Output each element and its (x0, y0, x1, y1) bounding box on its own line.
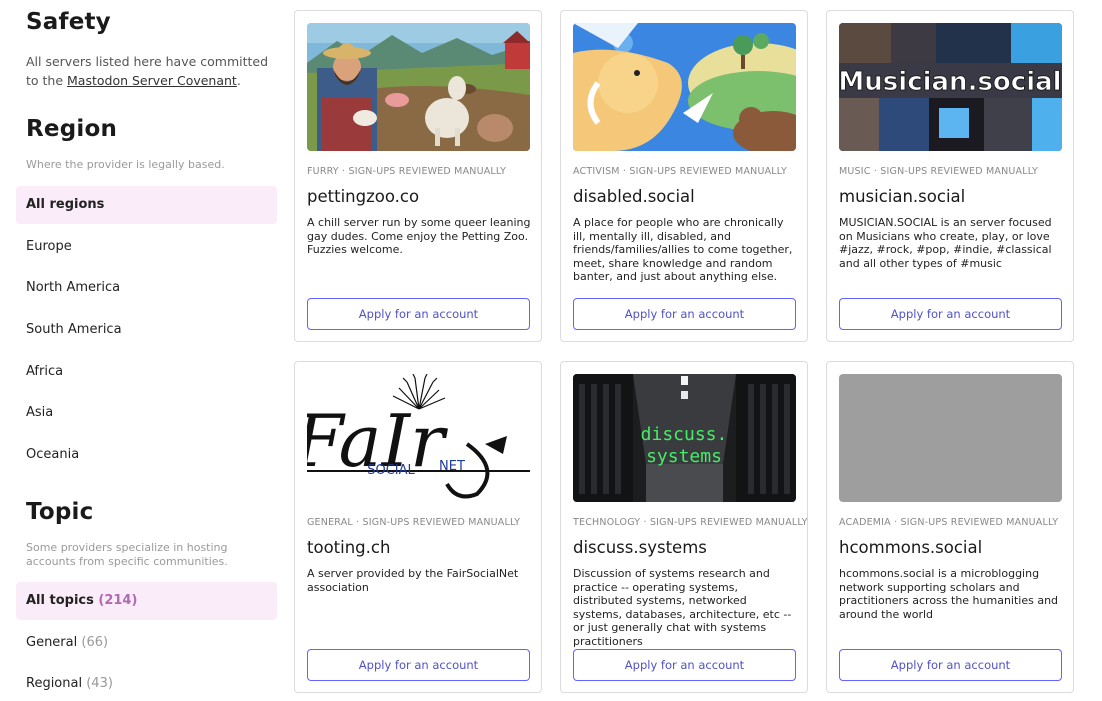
topic-filter-count: (214) (98, 593, 138, 608)
fairsocialnet-logo: FaIr SOCIAL NET (307, 374, 530, 502)
region-filter-list: All regions Europe North America South A… (16, 186, 277, 478)
musician-collage: Musician.social (839, 23, 1062, 151)
musician-banner-text: Musician.social (839, 67, 1062, 97)
region-filter-asia[interactable]: Asia (16, 394, 277, 432)
server-description: A chill server run by some queer leaning… (307, 216, 531, 256)
apply-account-button[interactable]: Apply for an account (307, 298, 530, 330)
elephant-illustration (573, 23, 796, 151)
discuss-banner-line1: discuss. (641, 424, 728, 445)
apply-account-button[interactable]: Apply for an account (307, 649, 530, 681)
region-filter-south-america[interactable]: South America (16, 311, 277, 349)
net-logo-text: NET (439, 459, 465, 474)
region-filter-label: Oceania (26, 447, 80, 463)
server-banner-image: Musician.social (839, 23, 1062, 151)
region-filter-label: All regions (26, 197, 105, 212)
apply-account-button[interactable]: Apply for an account (839, 649, 1062, 681)
region-filter-label: Africa (26, 363, 64, 379)
topic-subtitle: Some providers specialize in hosting acc… (26, 541, 228, 568)
server-description: Discussion of systems research and pract… (573, 567, 792, 648)
apply-account-button[interactable]: Apply for an account (839, 298, 1062, 330)
server-category: TECHNOLOGY · SIGN-UPS REVIEWED MANUALLY (573, 517, 808, 528)
server-category: GENERAL · SIGN-UPS REVIEWED MANUALLY (307, 517, 521, 528)
discuss-banner-line2: systems (646, 446, 722, 467)
apply-account-button[interactable]: Apply for an account (573, 649, 796, 681)
server-category: ACADEMIA · SIGN-UPS REVIEWED MANUALLY (839, 517, 1059, 528)
server-name: musician.social (839, 187, 966, 206)
topic-heading: Topic (26, 499, 94, 525)
server-card: ACTIVISM · SIGN-UPS REVIEWED MANUALLY di… (560, 10, 808, 342)
topic-filter-list: All topics (214) General (66) Regional (… (16, 582, 277, 701)
region-filter-label: South America (26, 322, 122, 338)
region-filter-all[interactable]: All regions (16, 186, 277, 224)
region-filter-north-america[interactable]: North America (16, 269, 277, 307)
topic-filter-general[interactable]: General (66) (16, 624, 277, 662)
region-subtitle: Where the provider is legally based. (26, 158, 225, 171)
social-logo-text: SOCIAL (367, 463, 415, 478)
server-banner-image: FaIr SOCIAL NET (307, 374, 530, 502)
server-description: A server provided by the FairSocialNet a… (307, 567, 519, 594)
server-name: disabled.social (573, 187, 695, 206)
server-description: MUSICIAN.SOCIAL is an server focused on … (839, 216, 1052, 270)
gray-placeholder-image (839, 374, 1062, 502)
topic-filter-label: Regional (26, 676, 83, 692)
server-card: discuss. systems TECHNOLOGY · SIGN-UPS R… (560, 361, 808, 693)
server-card: ACADEMIA · SIGN-UPS REVIEWED MANUALLY hc… (826, 361, 1074, 693)
topic-filter-count: (66) (81, 634, 109, 650)
region-heading: Region (26, 116, 118, 142)
covenant-link[interactable]: Mastodon Server Covenant (67, 73, 237, 88)
server-directory-page: Safety All servers listed here have comm… (0, 0, 1102, 701)
server-category: FURRY · SIGN-UPS REVIEWED MANUALLY (307, 166, 507, 177)
server-name: pettingzoo.co (307, 187, 420, 206)
server-name: discuss.systems (573, 538, 707, 557)
server-banner-image (573, 23, 796, 151)
region-filter-europe[interactable]: Europe (16, 228, 277, 266)
safety-description: All servers listed here have committed t… (26, 52, 278, 90)
server-card: FURRY · SIGN-UPS REVIEWED MANUALLY petti… (294, 10, 542, 342)
server-banner-image (839, 374, 1062, 502)
region-filter-label: Europe (26, 238, 72, 254)
region-filter-africa[interactable]: Africa (16, 353, 277, 391)
server-description: hcommons.social is a microblogging netwo… (839, 567, 1059, 621)
server-category: ACTIVISM · SIGN-UPS REVIEWED MANUALLY (573, 166, 788, 177)
topic-filter-label: General (26, 634, 78, 650)
region-filter-oceania[interactable]: Oceania (16, 436, 277, 474)
topic-filter-label: All topics (26, 593, 94, 608)
apply-account-button[interactable]: Apply for an account (573, 298, 796, 330)
topic-filter-regional[interactable]: Regional (43) (16, 665, 277, 701)
topic-filter-all[interactable]: All topics (214) (16, 582, 277, 620)
safety-text-suffix: . (236, 73, 241, 88)
region-filter-label: North America (26, 280, 121, 296)
server-category: MUSIC · SIGN-UPS REVIEWED MANUALLY (839, 166, 1038, 177)
server-banner-image (307, 23, 530, 151)
server-description: A place for people who are chronically i… (573, 216, 793, 283)
server-room-image: discuss. systems (573, 374, 796, 502)
farm-illustration (307, 23, 530, 151)
server-name: tooting.ch (307, 538, 391, 557)
server-name: hcommons.social (839, 538, 983, 557)
topic-filter-count: (43) (86, 676, 113, 692)
safety-heading: Safety (26, 9, 111, 35)
region-filter-label: Asia (26, 405, 54, 421)
server-card: FaIr SOCIAL NET GENERAL · SIGN-UPS REVIE… (294, 361, 542, 693)
server-card: Musician.social MUSIC · SIGN-UPS REVIEWE… (826, 10, 1074, 342)
server-banner-image: discuss. systems (573, 374, 796, 502)
